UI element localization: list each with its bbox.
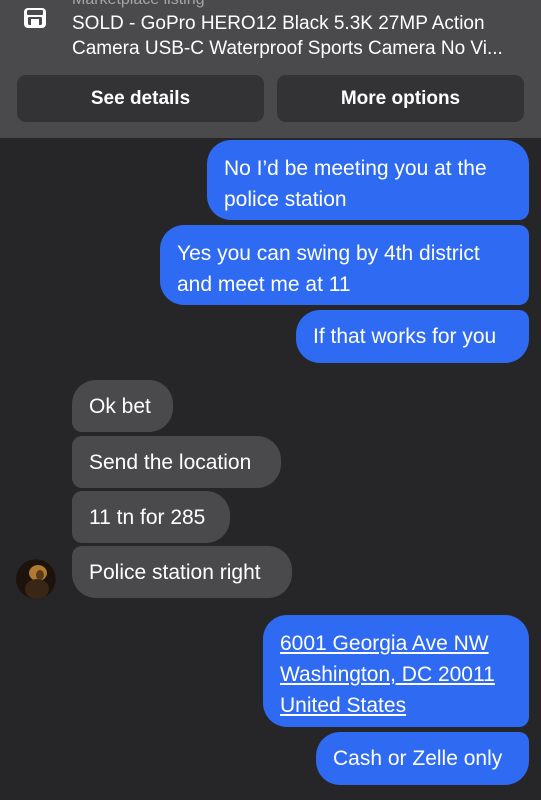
marketplace-listing-card[interactable]: Marketplace listing SOLD - GoPro HERO12 … bbox=[0, 0, 541, 138]
message-text: Ok bet bbox=[89, 395, 151, 418]
listing-title[interactable]: SOLD - GoPro HERO12 Black 5.3K 27MP Acti… bbox=[72, 11, 522, 61]
listing-label: Marketplace listing bbox=[72, 0, 205, 9]
message-text: If that works for you bbox=[313, 325, 497, 348]
incoming-message[interactable]: 11 tn for 285 bbox=[72, 491, 230, 543]
message-text: 11 tn for 285 bbox=[89, 506, 206, 529]
message-text: Cash or Zelle only bbox=[333, 747, 503, 770]
store-icon bbox=[24, 8, 46, 28]
message-text: and meet me at 11 bbox=[177, 273, 351, 296]
incoming-message[interactable]: Police station right bbox=[72, 546, 292, 598]
outgoing-message[interactable]: If that works for you bbox=[296, 310, 529, 363]
avatar-image bbox=[16, 559, 56, 599]
message-text: No I’d be meeting you at the bbox=[224, 157, 487, 180]
outgoing-message[interactable]: No I’d be meeting you at the police stat… bbox=[207, 140, 529, 220]
chat-screen: Marketplace listing SOLD - GoPro HERO12 … bbox=[0, 0, 541, 800]
address-link[interactable]: 6001 Georgia Ave NW bbox=[280, 628, 512, 659]
message-text: police station bbox=[224, 188, 347, 211]
outgoing-message[interactable]: Cash or Zelle only bbox=[316, 732, 529, 785]
message-text: Police station right bbox=[89, 561, 261, 584]
outgoing-address-message[interactable]: 6001 Georgia Ave NW Washington, DC 20011… bbox=[263, 615, 529, 727]
incoming-message[interactable]: Send the location bbox=[72, 436, 281, 488]
more-options-button[interactable]: More options bbox=[277, 75, 524, 122]
see-details-button[interactable]: See details bbox=[17, 75, 264, 122]
message-text: Send the location bbox=[89, 451, 252, 474]
address-link[interactable]: United States bbox=[280, 690, 512, 721]
address-link[interactable]: Washington, DC 20011 bbox=[280, 659, 512, 690]
message-text: Yes you can swing by 4th district bbox=[177, 242, 480, 265]
incoming-message[interactable]: Ok bet bbox=[72, 380, 173, 432]
outgoing-message[interactable]: Yes you can swing by 4th district and me… bbox=[160, 225, 529, 305]
contact-avatar[interactable] bbox=[16, 559, 56, 599]
